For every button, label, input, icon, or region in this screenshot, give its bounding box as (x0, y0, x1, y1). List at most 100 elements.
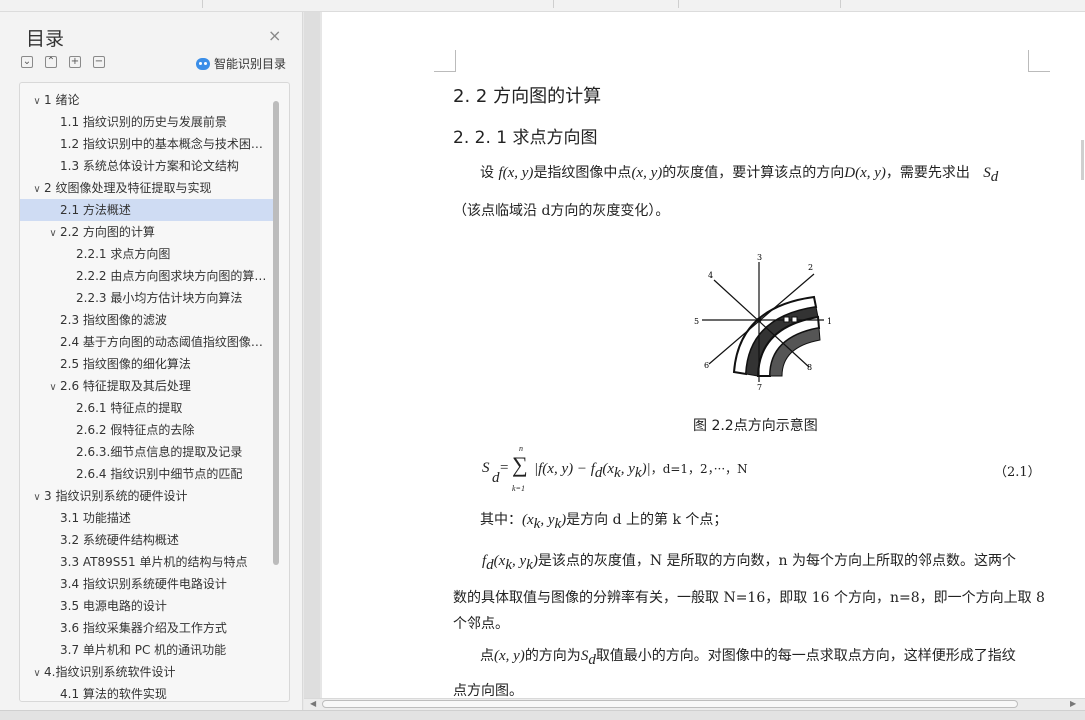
toc-item[interactable]: 1.2 指纹识别中的基本概念与技术困… (20, 133, 275, 155)
page-gutter (304, 12, 320, 698)
toc-item[interactable]: 2.6.1 特征点的提取 (20, 397, 275, 419)
subsection-heading: 2. 2. 1 求点方向图 (453, 128, 598, 148)
chevron-down-icon[interactable]: ∨ (30, 179, 44, 199)
chevron-down-icon[interactable]: ∨ (30, 487, 44, 507)
text-run: 的灰度值，要计算该点的方向 (662, 165, 845, 181)
chevron-down-icon[interactable]: ∨ (30, 91, 44, 111)
toc-item-label: 1.3 系统总体设计方案和论文结构 (60, 159, 239, 173)
scroll-right-icon[interactable]: ▶ (1070, 699, 1076, 708)
remove-heading-icon[interactable]: − (93, 56, 105, 68)
toc-scrollbar[interactable] (273, 101, 279, 565)
toc-item[interactable]: ∨ 2.6 特征提取及其后处理 (20, 375, 275, 397)
text-run: 其中： (480, 512, 522, 528)
math-run: (x (522, 512, 534, 528)
toc-item[interactable]: 4.1 算法的软件实现 (20, 683, 275, 701)
toc-item-label: 3.3 AT89S51 单片机的结构与特点 (60, 555, 248, 569)
collapse-all-icon[interactable]: ⌄ (21, 56, 33, 68)
toc-item-label: 3.5 电源电路的设计 (60, 599, 167, 613)
horizontal-scrollbar-thumb[interactable] (322, 700, 1018, 708)
text-run: 取值最小的方向。对图像中的每一点求取点方向，这样便形成了指纹 (595, 648, 1016, 664)
paragraph-2: 其中：(xk, yk)是方向 d 上的第 k 个点； (480, 509, 727, 533)
close-icon[interactable]: × (268, 26, 281, 45)
math-run: S (482, 460, 490, 476)
toc-item[interactable]: 2.5 指纹图像的细化算法 (20, 353, 275, 375)
paragraph-4-line-2: 点方向图。 (453, 683, 523, 698)
math-run: |f(x, y) − f (534, 461, 595, 477)
formula-body: |f(x, y) − fd(xk, yk)|，d=1，2，···，N (534, 460, 748, 482)
equation-number: （2.1） (994, 465, 1041, 480)
direction-label: 4 (708, 271, 713, 280)
direction-label: 5 (694, 317, 699, 326)
section-heading: 2. 2 方向图的计算 (453, 86, 602, 107)
toc-item[interactable]: ∨ 3 指纹识别系统的硬件设计 (20, 485, 275, 507)
toc-item-label: 2.6.1 特征点的提取 (76, 401, 183, 415)
toc-item[interactable]: 2.6.3.细节点信息的提取及记录 (20, 441, 275, 463)
toc-item[interactable]: 3.2 系统硬件结构概述 (20, 529, 275, 551)
toc-item-label: 2 纹图像处理及特征提取与实现 (44, 181, 212, 195)
text-run: 设 (480, 165, 499, 181)
toc-item[interactable]: ∨ 2 纹图像处理及特征提取与实现 (20, 177, 275, 199)
toc-item-label: 3 指纹识别系统的硬件设计 (44, 489, 188, 503)
ai-recognize-label: 智能识别目录 (214, 57, 287, 71)
toc-list: ∨ 1 绪论 1.1 指纹识别的历史与发展前景 1.2 指纹识别中的基本概念与技术困…… (20, 89, 275, 701)
chevron-down-icon[interactable]: ∨ (46, 223, 60, 243)
toc-item-label: 3.1 功能描述 (60, 511, 131, 525)
math-run: , y (540, 512, 555, 528)
scroll-left-icon[interactable]: ◀ (310, 699, 316, 708)
ai-assistant-icon (196, 57, 210, 70)
ai-recognize-toc-button[interactable]: 智能识别目录 (196, 55, 286, 72)
math-run: , y (512, 553, 527, 569)
toc-item[interactable]: 2.6.2 假特征点的去除 (20, 419, 275, 441)
toolbar-divider (202, 0, 203, 8)
toc-item[interactable]: 3.4 指纹识别系统硬件电路设计 (20, 573, 275, 595)
toc-item[interactable]: 3.6 指纹采集器介绍及工作方式 (20, 617, 275, 639)
paragraph-3-line-3: 个邻点。 (453, 616, 509, 632)
toc-item-label: 2.2.3 最小均方估计块方向算法 (76, 291, 243, 305)
math-subscript: k (634, 465, 642, 481)
toolbar-divider (553, 0, 554, 8)
math-subscript: d (486, 556, 494, 573)
text-run: 是该点的灰度值，N 是所取的方向数，n 为每个方向上所取的邻点数。这两个 (537, 553, 1017, 569)
chevron-down-icon[interactable]: ∨ (30, 663, 44, 683)
toc-item[interactable]: 2.2.3 最小均方估计块方向算法 (20, 287, 275, 309)
paragraph-3-line-2: 数的具体取值与图像的分辨率有关，一般取 N=16，即取 16 个方向，n=8，即… (453, 590, 1045, 606)
toc-item[interactable]: ∨ 4.指纹识别系统软件设计 (20, 661, 275, 683)
paragraph-1-line-2: （该点临域沿 d方向的灰度变化）。 (453, 203, 670, 219)
direction-label: 7 (757, 383, 762, 392)
toc-item[interactable]: 3.5 电源电路的设计 (20, 595, 275, 617)
vertical-scrollbar-thumb[interactable] (1081, 140, 1084, 180)
toc-item[interactable]: ∨ 2.2 方向图的计算 (20, 221, 275, 243)
direction-label: 8 (807, 363, 812, 372)
expand-up-icon[interactable]: ⌃ (45, 56, 57, 68)
toc-item-label: 2.6 特征提取及其后处理 (60, 379, 191, 393)
toolbar-divider (678, 0, 679, 8)
toc-item-label: 2.1 方法概述 (60, 203, 131, 217)
toc-item-label: 2.2 方向图的计算 (60, 225, 155, 239)
math-subscript: d (990, 168, 999, 185)
toc-item[interactable]: 2.2.1 求点方向图 (20, 243, 275, 265)
add-heading-icon[interactable]: + (69, 56, 81, 68)
toc-item[interactable]: 2.6.4 指纹识别中细节点的匹配 (20, 463, 275, 485)
math-run: = (500, 460, 509, 476)
paragraph-4: 点(x, y)的方向为Sd取值最小的方向。对图像中的每一点求取点方向，这样便形成… (480, 645, 1016, 669)
toc-item[interactable]: 2.2.2 由点方向图求块方向图的算… (20, 265, 275, 287)
text-run: ，需要先求出 (885, 165, 970, 181)
toc-item[interactable]: 3.1 功能描述 (20, 507, 275, 529)
toc-item[interactable]: 2.3 指纹图像的滤波 (20, 309, 275, 331)
direction-label: 6 (704, 361, 709, 370)
toc-item-label: 2.2.1 求点方向图 (76, 247, 171, 261)
toc-item[interactable]: 3.7 单片机和 PC 机的通讯功能 (20, 639, 275, 661)
toc-item[interactable]: 3.3 AT89S51 单片机的结构与特点 (20, 551, 275, 573)
toc-item[interactable]: 2.1 方法概述 (20, 199, 275, 221)
text-run: 点 (480, 648, 494, 664)
toc-item[interactable]: ∨ 1 绪论 (20, 89, 275, 111)
toc-item[interactable]: 2.4 基于方向图的动态阈值指纹图像… (20, 331, 275, 353)
math-run: D(x, y) (844, 165, 886, 181)
toc-panel: ∨ 1 绪论 1.1 指纹识别的历史与发展前景 1.2 指纹识别中的基本概念与技术困…… (19, 82, 290, 702)
toc-item-label: 1.1 指纹识别的历史与发展前景 (60, 115, 227, 129)
chevron-down-icon[interactable]: ∨ (46, 377, 60, 397)
toc-item-label: 1.2 指纹识别中的基本概念与技术困… (60, 137, 263, 151)
toc-item[interactable]: 1.1 指纹识别的历史与发展前景 (20, 111, 275, 133)
toc-item[interactable]: 1.3 系统总体设计方案和论文结构 (20, 155, 275, 177)
toc-item-label: 2.3 指纹图像的滤波 (60, 313, 167, 327)
